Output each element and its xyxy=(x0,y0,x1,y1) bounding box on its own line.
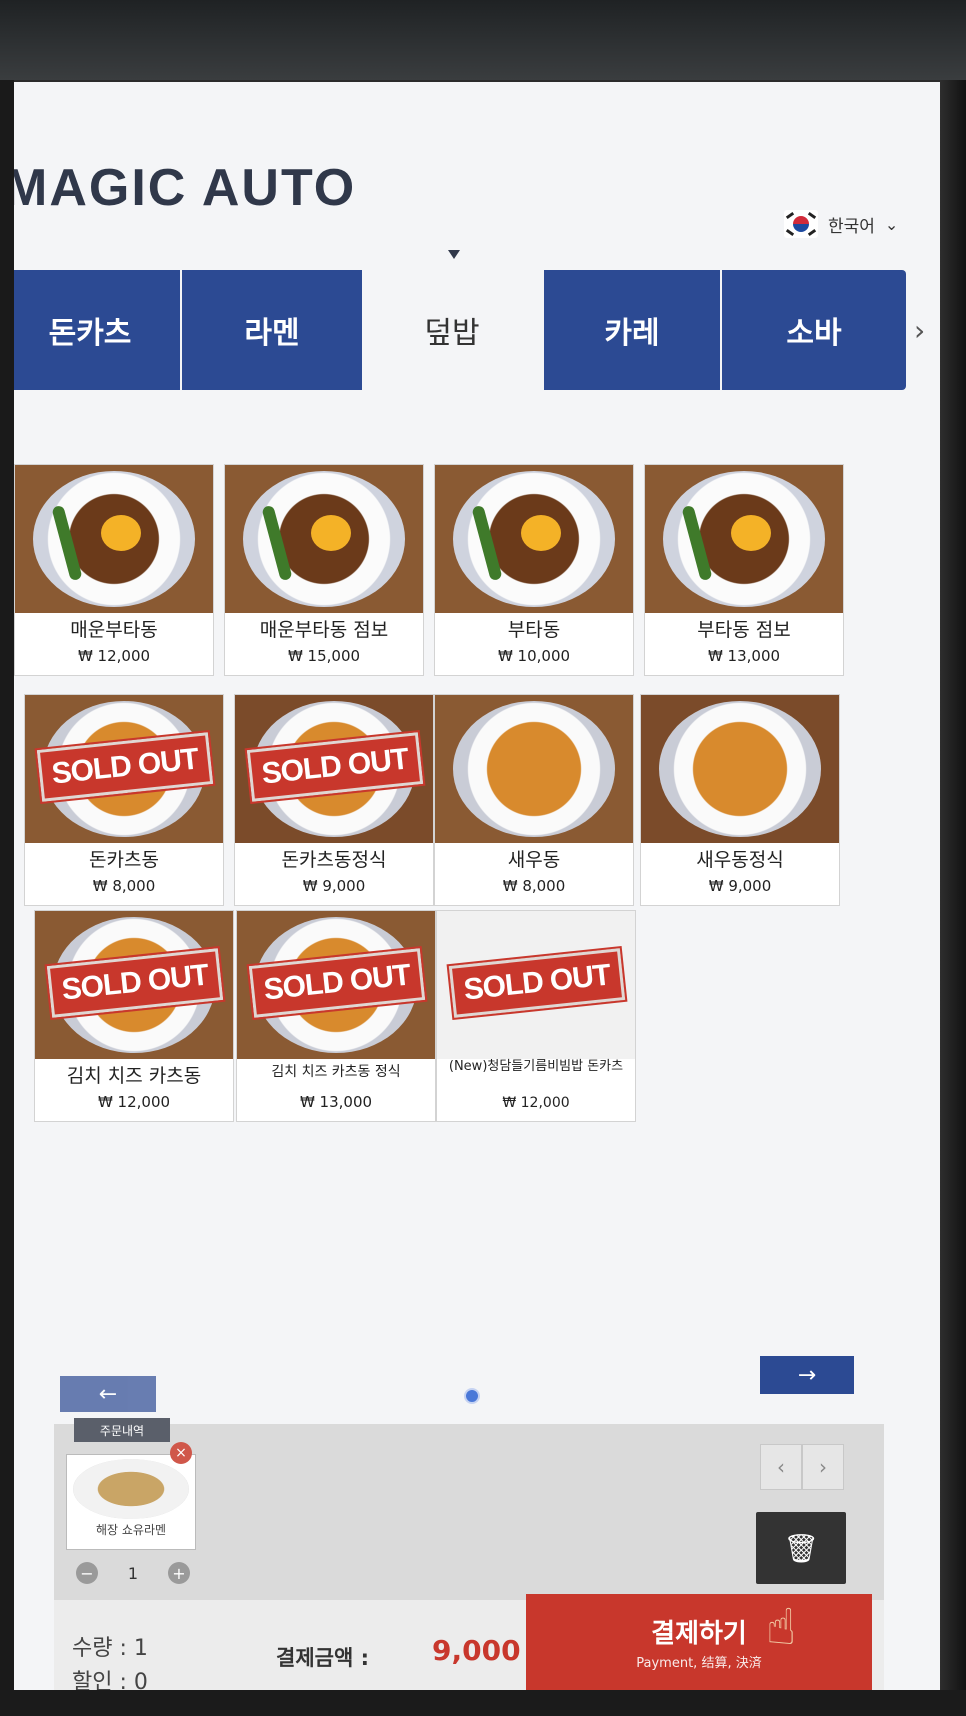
order-history-tag: 주문내역 xyxy=(74,1418,170,1442)
quantity-stepper: − 1 + xyxy=(68,1560,198,1586)
menu-name: 새우동정식 xyxy=(696,849,784,871)
menu-name: (New)청담들기름비빔밥 돈카츠 xyxy=(448,1059,624,1074)
tabs-next-icon[interactable]: › xyxy=(914,314,925,347)
menu-name: 돈카츠동정식 xyxy=(281,849,387,871)
trash-icon[interactable]: 🗑 xyxy=(756,1512,846,1584)
menu-card[interactable]: 새우동 ₩ 8,000 xyxy=(434,694,634,906)
menu-price: ₩ 9,000 xyxy=(708,877,772,895)
language-selector[interactable]: 한국어 ⌄ xyxy=(784,210,898,238)
order-item-name: 해장 쇼유라멘 xyxy=(95,1523,167,1537)
quantity-value: 1 xyxy=(127,1563,139,1583)
menu-card[interactable]: 새우동정식 ₩ 9,000 xyxy=(640,694,840,906)
order-item[interactable]: 해장 쇼유라멘 xyxy=(66,1454,196,1550)
active-tab-indicator-icon xyxy=(448,250,460,259)
menu-price: ₩ 12,000 xyxy=(77,647,151,665)
menu-price: ₩ 8,000 xyxy=(502,877,566,895)
menu-price: ₩ 13,000 xyxy=(299,1093,373,1111)
tab-curry[interactable]: 카레 xyxy=(544,270,720,390)
menu-card[interactable]: 부타동 ₩ 10,000 xyxy=(434,464,634,676)
tap-hand-icon: ☝ xyxy=(766,1598,797,1656)
category-tabs: 돈카츠 라멘 덮밥 카레 소바 xyxy=(14,270,940,390)
cart-pager: ‹ › xyxy=(760,1444,844,1490)
tab-soba[interactable]: 소바 xyxy=(722,270,906,390)
menu-photo xyxy=(225,465,423,613)
chevron-down-icon: ⌄ xyxy=(884,214,899,234)
menu-card[interactable]: 매운부타동 점보 ₩ 15,000 xyxy=(224,464,424,676)
total-amount-label: 결제금액 : xyxy=(276,1646,369,1670)
pay-button[interactable]: 결제하기 Payment, 结算, 決済 xyxy=(526,1594,872,1690)
menu-name: 부타동 점보 xyxy=(697,619,791,641)
menu-name: 부타동 xyxy=(507,619,561,641)
menu-photo xyxy=(435,695,633,843)
tab-rice-bowl[interactable]: 덮밥 xyxy=(362,270,542,390)
tab-donkatsu[interactable]: 돈카츠 xyxy=(14,270,180,390)
menu-price: ₩ 12,000 xyxy=(97,1093,171,1111)
menu-price: ₩ 15,000 xyxy=(287,647,361,665)
menu-name: 매운부타동 xyxy=(70,619,158,641)
next-page-button[interactable]: → xyxy=(760,1356,854,1394)
menu-card[interactable]: SOLD OUT (New)청담들기름비빔밥 돈카츠 ₩ 12,000 xyxy=(436,910,636,1122)
menu-name: 김치 치즈 카츠동 xyxy=(66,1065,202,1087)
korea-flag-icon xyxy=(784,210,818,238)
menu-name: 돈카츠동 xyxy=(89,849,159,871)
menu-photo xyxy=(15,465,213,613)
menu-name: 새우동 xyxy=(507,849,561,871)
kiosk-screen: MAGIC AUTO 한국어 ⌄ 돈카츠 라멘 덮밥 카레 소바 › 매운부타동… xyxy=(14,82,940,1690)
pay-button-sublabel: Payment, 结算, 決済 xyxy=(636,1656,762,1671)
language-label: 한국어 xyxy=(828,216,875,237)
menu-name: 김치 치즈 카츠동 정식 xyxy=(271,1064,401,1080)
menu-card[interactable]: SOLD OUT 돈카츠동 ₩ 8,000 xyxy=(24,694,224,906)
menu-price: ₩ 13,000 xyxy=(707,647,781,665)
menu-price: ₩ 9,000 xyxy=(302,877,366,895)
order-item-photo xyxy=(73,1459,189,1519)
menu-card[interactable]: 매운부타동 ₩ 12,000 xyxy=(14,464,214,676)
menu-card[interactable]: SOLD OUT 김치 치즈 카츠동 정식 ₩ 13,000 xyxy=(236,910,436,1122)
prev-page-button[interactable]: ← xyxy=(60,1376,156,1412)
menu-name: 매운부타동 점보 xyxy=(259,619,389,641)
minus-icon[interactable]: − xyxy=(76,1562,98,1584)
menu-price: ₩ 8,000 xyxy=(92,877,156,895)
kiosk-bezel-top xyxy=(0,0,966,80)
kiosk-bezel-left xyxy=(0,80,14,1716)
brand-logo: MAGIC AUTO xyxy=(14,159,357,217)
total-amount-value: 9,000 xyxy=(432,1634,521,1667)
kiosk-bezel-bottom xyxy=(0,1690,966,1716)
tab-ramen[interactable]: 라멘 xyxy=(182,270,362,390)
menu-price: ₩ 12,000 xyxy=(502,1095,570,1111)
chevron-left-icon[interactable]: ‹ xyxy=(760,1444,802,1490)
pay-button-label: 결제하기 xyxy=(651,1619,747,1649)
page-indicator-dot xyxy=(464,1388,480,1404)
total-quantity: 수량 : 1 xyxy=(72,1636,148,1661)
plus-icon[interactable]: + xyxy=(168,1562,190,1584)
close-icon[interactable]: × xyxy=(170,1442,192,1464)
menu-photo xyxy=(435,465,633,613)
menu-card[interactable]: SOLD OUT 돈카츠동정식 ₩ 9,000 xyxy=(234,694,434,906)
discount: 할인 : 0 xyxy=(72,1670,148,1690)
menu-price: ₩ 10,000 xyxy=(497,647,571,665)
menu-photo xyxy=(641,695,839,843)
kiosk-bezel-right xyxy=(940,80,966,1716)
menu-card[interactable]: SOLD OUT 김치 치즈 카츠동 ₩ 12,000 xyxy=(34,910,234,1122)
menu-photo xyxy=(645,465,843,613)
menu-card[interactable]: 부타동 점보 ₩ 13,000 xyxy=(644,464,844,676)
chevron-right-icon[interactable]: › xyxy=(802,1444,844,1490)
